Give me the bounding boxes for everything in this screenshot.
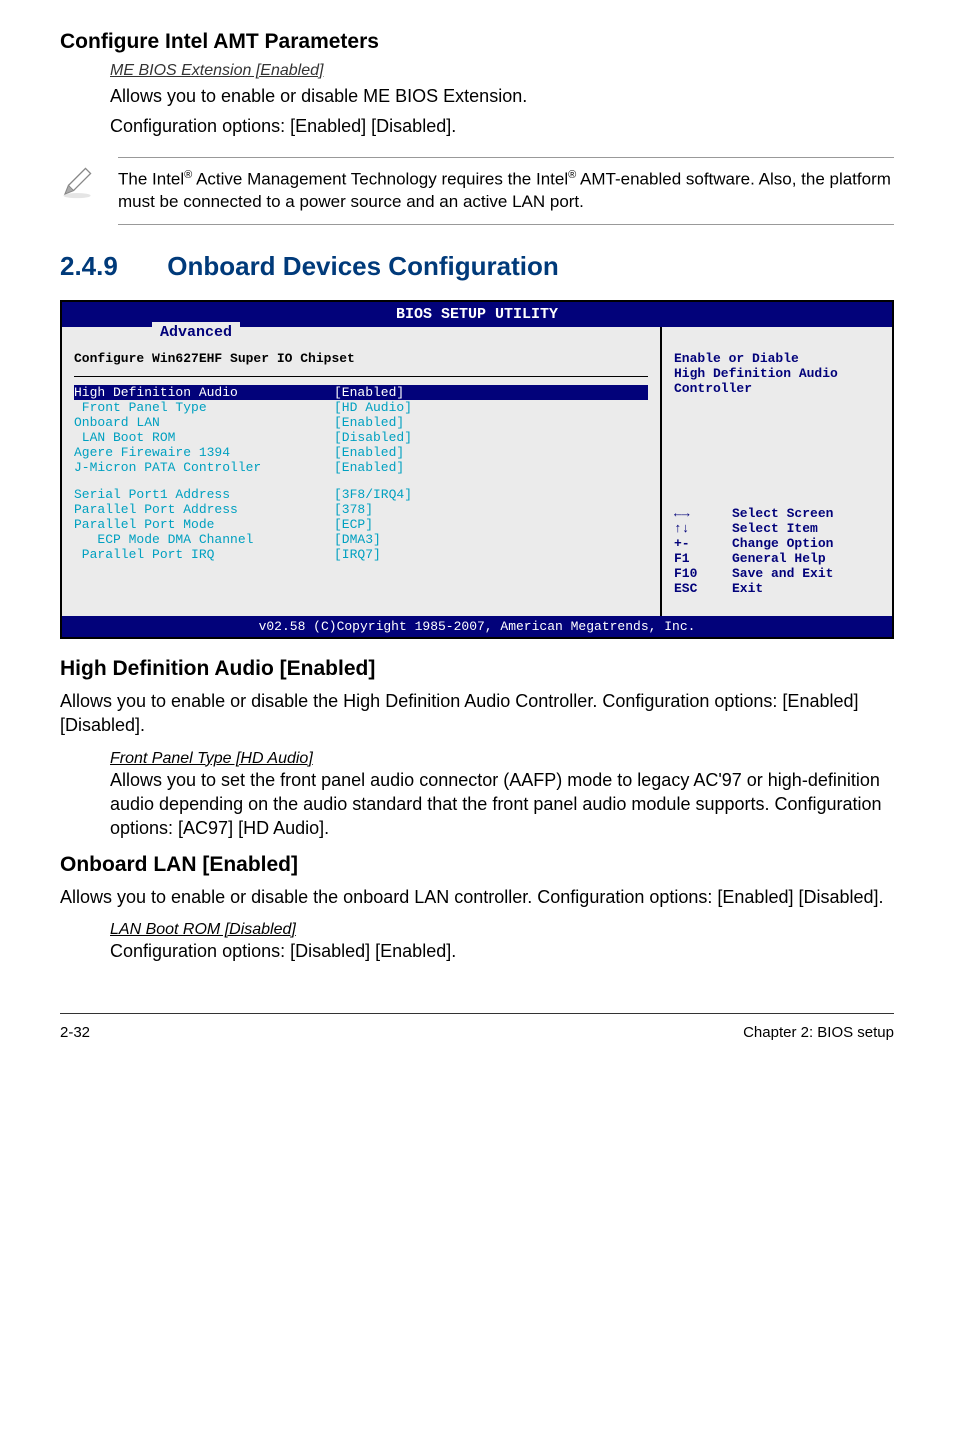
bios-hint-row: F10 Save and Exit: [674, 566, 880, 581]
bios-title-bar: BIOS SETUP UTILITY Advanced: [62, 302, 892, 327]
bios-setting-value: [3F8/IRQ4]: [334, 487, 648, 502]
bios-setting-label: Parallel Port IRQ: [74, 547, 334, 562]
bios-hint-text: General Help: [732, 551, 826, 566]
note-box: The Intel® Active Management Technology …: [60, 157, 894, 226]
bios-setting-row: Parallel Port Address[378]: [74, 502, 648, 517]
bios-hint-row: ↑↓ Select Item: [674, 521, 880, 536]
bios-setting-value: [Enabled]: [334, 415, 648, 430]
bios-hint-key: +-: [674, 536, 712, 551]
bios-title: BIOS SETUP UTILITY: [396, 306, 558, 323]
heading-number: 2.4.9: [60, 251, 160, 282]
bios-setting-row: Parallel Port IRQ[IRQ7]: [74, 547, 648, 562]
amt-heading: Configure Intel AMT Parameters: [60, 30, 894, 54]
bios-nav-hints: ←→ Select Screen ↑↓ Select Item +- Change Opt…: [674, 506, 880, 596]
bios-setting-row: LAN Boot ROM[Disabled]: [74, 430, 648, 445]
lan-subheading: LAN Boot ROM [Disabled]: [110, 921, 894, 939]
bios-setting-label: LAN Boot ROM: [74, 430, 334, 445]
lan-section: Onboard LAN [Enabled] Allows you to enab…: [60, 853, 894, 964]
lan-heading: Onboard LAN [Enabled]: [60, 853, 894, 877]
bios-setting-value: [Enabled]: [334, 445, 648, 460]
hda-heading: High Definition Audio [Enabled]: [60, 657, 894, 681]
bios-group-a: High Definition Audio[Enabled] Front Pan…: [74, 385, 648, 475]
bios-help-line: High Definition Audio: [674, 366, 880, 381]
bios-setting-label: J-Micron PATA Controller: [74, 460, 334, 475]
bios-hint-text: Save and Exit: [732, 566, 833, 581]
bios-setting-label: Onboard LAN: [74, 415, 334, 430]
bios-hint-text: Change Option: [732, 536, 833, 551]
bios-setting-label: Front Panel Type: [74, 400, 334, 415]
bios-footer: v02.58 (C)Copyright 1985-2007, American …: [62, 616, 892, 637]
hda-text2: Allows you to set the front panel audio …: [110, 768, 894, 841]
chapter-label: Chapter 2: BIOS setup: [743, 1024, 894, 1041]
amt-text1: Allows you to enable or disable ME BIOS …: [110, 84, 894, 108]
bios-setting-row: Parallel Port Mode[ECP]: [74, 517, 648, 532]
bios-hint-key: F10: [674, 566, 712, 581]
bios-setting-row: Serial Port1 Address[3F8/IRQ4]: [74, 487, 648, 502]
bios-setting-row: High Definition Audio[Enabled]: [74, 385, 648, 400]
hda-subheading: Front Panel Type [HD Audio]: [110, 750, 894, 768]
bios-setting-value: [ECP]: [334, 517, 648, 532]
hda-text1: Allows you to enable or disable the High…: [60, 689, 894, 738]
amt-section: Configure Intel AMT Parameters ME BIOS E…: [60, 30, 894, 139]
bios-hint-text: Select Item: [732, 521, 818, 536]
bios-left-panel: Configure Win627EHF Super IO Chipset Hig…: [62, 327, 662, 616]
bios-tab-advanced: Advanced: [152, 322, 240, 343]
lan-text2: Configuration options: [Disabled] [Enabl…: [110, 939, 894, 963]
heading-title: Onboard Devices Configuration: [167, 251, 559, 281]
amt-subheading: ME BIOS Extension [Enabled]: [110, 62, 894, 80]
bios-setting-row: J-Micron PATA Controller[Enabled]: [74, 460, 648, 475]
bios-help-line: Controller: [674, 381, 880, 396]
bios-hint-row: F1 General Help: [674, 551, 880, 566]
bios-setting-label: Parallel Port Address: [74, 502, 334, 517]
bios-help-line: Enable or Diable: [674, 351, 880, 366]
bios-setting-value: [HD Audio]: [334, 400, 648, 415]
bios-right-panel: Enable or DiableHigh Definition AudioCon…: [662, 327, 892, 616]
bios-hint-key: F1: [674, 551, 712, 566]
bios-help-text: Enable or DiableHigh Definition AudioCon…: [674, 335, 880, 396]
bios-hint-text: Exit: [732, 581, 763, 596]
bios-setting-value: [Enabled]: [334, 385, 648, 400]
bios-setting-value: [IRQ7]: [334, 547, 648, 562]
bios-setting-value: [Enabled]: [334, 460, 648, 475]
bios-hint-row: +- Change Option: [674, 536, 880, 551]
hda-section: High Definition Audio [Enabled] Allows y…: [60, 657, 894, 840]
bios-setting-label: Agere Firewaire 1394: [74, 445, 334, 460]
bios-setting-row: Onboard LAN[Enabled]: [74, 415, 648, 430]
bios-setting-label: High Definition Audio: [74, 385, 334, 400]
page-footer: 2-32 Chapter 2: BIOS setup: [60, 1013, 894, 1065]
note-text: The Intel® Active Management Technology …: [118, 157, 894, 226]
bios-setting-value: [DMA3]: [334, 532, 648, 547]
bios-hint-text: Select Screen: [732, 506, 833, 521]
bios-setting-row: ECP Mode DMA Channel[DMA3]: [74, 532, 648, 547]
pencil-icon: [60, 157, 118, 226]
bios-setting-value: [Disabled]: [334, 430, 648, 445]
bios-setting-row: Front Panel Type[HD Audio]: [74, 400, 648, 415]
bios-setting-label: ECP Mode DMA Channel: [74, 532, 334, 547]
bios-hint-row: ESC Exit: [674, 581, 880, 596]
bios-hint-key: ←→: [674, 506, 712, 521]
bios-setting-value: [378]: [334, 502, 648, 517]
main-heading: 2.4.9 Onboard Devices Configuration: [60, 251, 894, 282]
bios-hint-row: ←→ Select Screen: [674, 506, 880, 521]
bios-setting-label: Serial Port1 Address: [74, 487, 334, 502]
bios-setting-row: Agere Firewaire 1394[Enabled]: [74, 445, 648, 460]
bios-hint-key: ↑↓: [674, 521, 712, 536]
bios-setting-label: Parallel Port Mode: [74, 517, 334, 532]
amt-text2: Configuration options: [Enabled] [Disabl…: [110, 114, 894, 138]
bios-group-b: Serial Port1 Address[3F8/IRQ4]Parallel P…: [74, 487, 648, 562]
page-number: 2-32: [60, 1024, 90, 1041]
bios-hint-key: ESC: [674, 581, 712, 596]
lan-text1: Allows you to enable or disable the onbo…: [60, 885, 894, 909]
bios-screenshot: BIOS SETUP UTILITY Advanced Configure Wi…: [60, 300, 894, 639]
